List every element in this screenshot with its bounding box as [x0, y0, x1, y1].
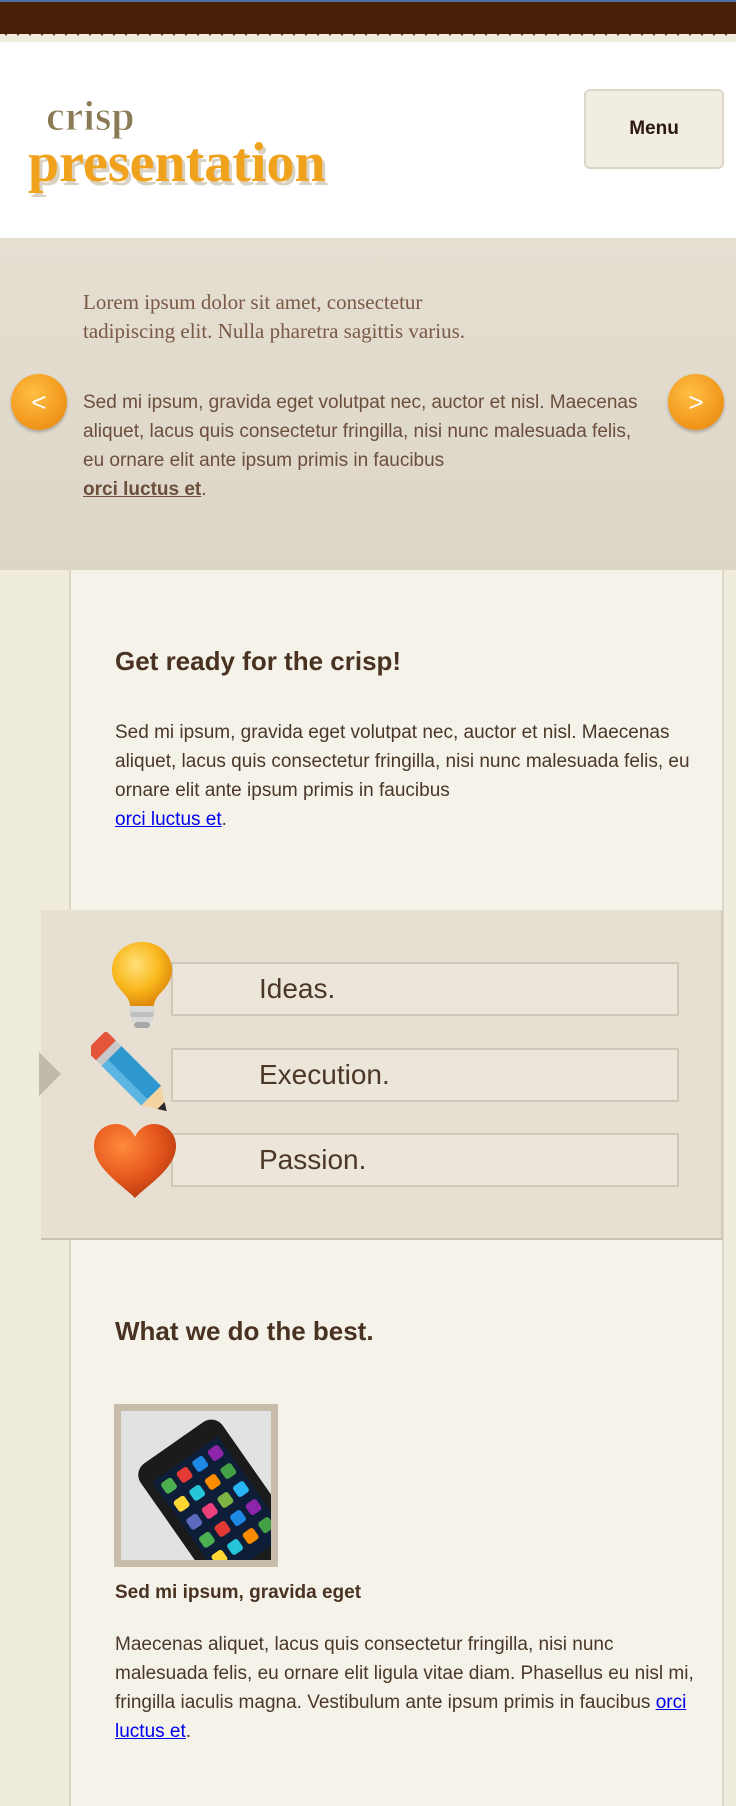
intro-link[interactable]: orci luctus et	[115, 809, 222, 830]
feature-execution: Execution.	[171, 1048, 679, 1102]
zigzag-border	[0, 26, 736, 36]
heart-icon	[94, 1124, 176, 1198]
slider-lead-text: Lorem ipsum dolor sit amet, consectetur …	[83, 290, 465, 343]
service-item-paragraph: Maecenas aliquet, lacus quis consectetur…	[115, 1630, 705, 1746]
intro-text: Sed mi ipsum, gravida eget volutpat nec,…	[115, 722, 690, 801]
lightbulb-icon	[112, 942, 172, 1028]
services-title: What we do the best.	[115, 1316, 374, 1346]
logo[interactable]: crisp presentation presentation	[24, 80, 384, 210]
pointer-triangle	[39, 1052, 61, 1096]
smartphone-image	[121, 1411, 271, 1560]
service-item-title: Sed mi ipsum, gravida eget	[115, 1582, 362, 1603]
service-period: .	[185, 1721, 192, 1742]
service-item-text: Maecenas aliquet, lacus quis consectetur…	[115, 1634, 694, 1713]
hero-slider: Lorem ipsum dolor sit amet, consectetur …	[0, 238, 736, 570]
menu-button[interactable]: Menu	[584, 89, 724, 169]
intro-paragraph: Sed mi ipsum, gravida eget volutpat nec,…	[115, 718, 695, 834]
service-thumbnail[interactable]	[114, 1404, 278, 1567]
features-strip: Ideas. Execution. Passion.	[39, 910, 723, 1240]
pencil-icon	[91, 1031, 167, 1112]
slider-next-button[interactable]: >	[668, 374, 724, 430]
header: crisp presentation presentation Menu	[0, 42, 736, 238]
slider-prev-button[interactable]: <	[11, 374, 67, 430]
feature-ideas: Ideas.	[171, 962, 679, 1016]
slider-body-text: Sed mi ipsum, gravida eget volutpat nec,…	[83, 392, 638, 471]
slider-body: Sed mi ipsum, gravida eget volutpat nec,…	[83, 388, 643, 504]
slider-period: .	[201, 479, 207, 500]
feature-passion: Passion.	[171, 1133, 679, 1187]
logo-bottom-text: presentation	[28, 132, 326, 194]
slider-link[interactable]: orci luctus et	[83, 479, 201, 500]
intro-period: .	[221, 809, 227, 830]
intro-title: Get ready for the crisp!	[115, 646, 402, 676]
